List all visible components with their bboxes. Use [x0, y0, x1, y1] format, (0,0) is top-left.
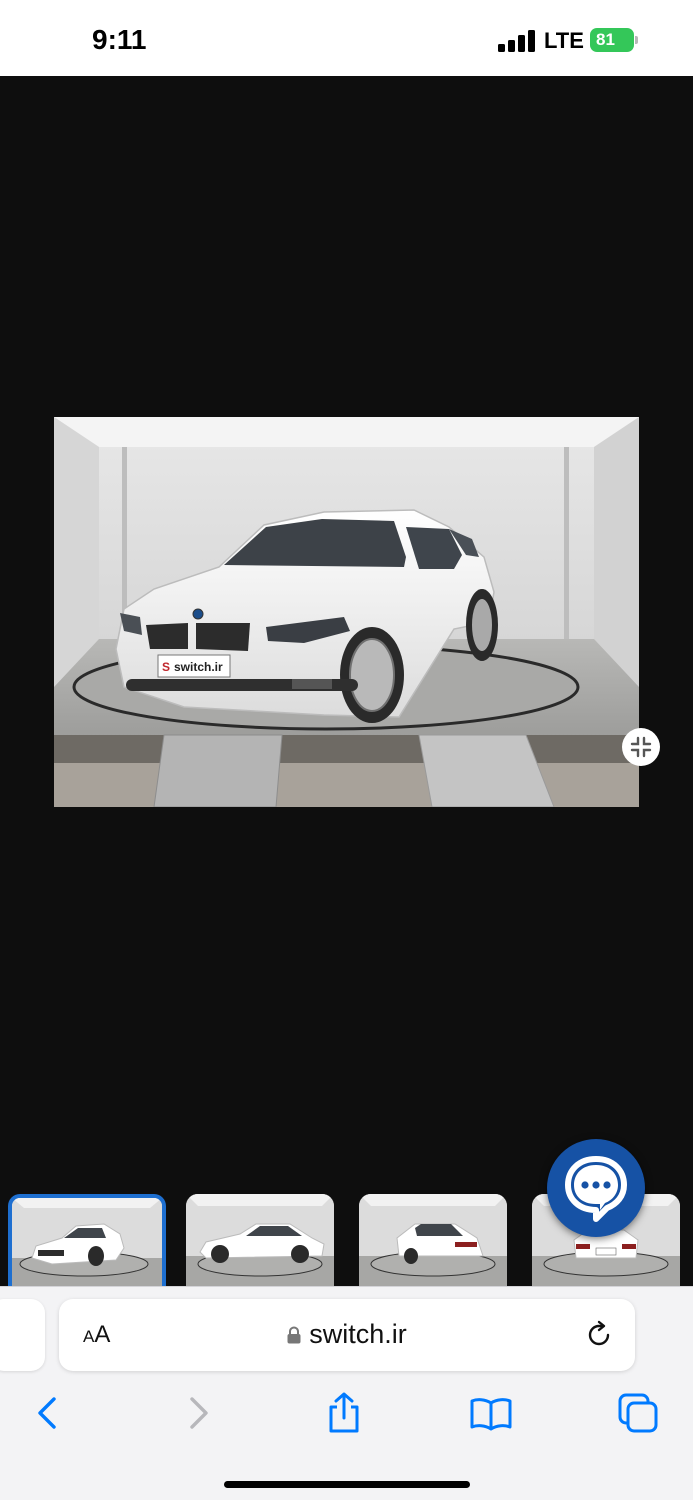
- svg-text:S: S: [162, 660, 170, 674]
- plate-watermark: switch.ir: [174, 660, 223, 674]
- status-time: 9:11: [92, 24, 147, 55]
- battery-level: 81: [596, 30, 615, 49]
- chat-support-button[interactable]: [547, 1139, 645, 1237]
- previous-tab-preview[interactable]: [0, 1299, 45, 1371]
- main-car-photo[interactable]: S switch.ir: [54, 417, 639, 808]
- thumbnail-front-left[interactable]: [8, 1194, 166, 1286]
- home-indicator: [224, 1481, 470, 1488]
- share-icon[interactable]: [322, 1391, 366, 1435]
- chat-bubble-icon: [565, 1156, 627, 1222]
- image-viewer: S switch.ir: [0, 76, 693, 1286]
- tabs-icon[interactable]: [616, 1391, 660, 1435]
- lock-icon: [287, 1325, 301, 1343]
- forward-icon[interactable]: [176, 1391, 220, 1435]
- battery-icon: 81: [590, 28, 638, 52]
- url-text: switch.ir: [309, 1319, 407, 1349]
- back-icon[interactable]: [26, 1391, 70, 1435]
- collapse-fullscreen-icon[interactable]: [622, 728, 660, 766]
- network-type: LTE: [544, 28, 584, 53]
- thumbnail-side-right[interactable]: [186, 1194, 334, 1286]
- reload-icon[interactable]: [583, 1319, 615, 1351]
- browser-toolbar: AA switch.ir: [0, 1286, 693, 1500]
- status-bar: 9:11 LTE 81: [0, 0, 693, 76]
- cellular-signal-icon: [498, 30, 535, 52]
- address-bar[interactable]: AA switch.ir: [59, 1299, 635, 1371]
- bookmarks-icon[interactable]: [469, 1391, 513, 1435]
- thumbnail-rear-right[interactable]: [359, 1194, 507, 1286]
